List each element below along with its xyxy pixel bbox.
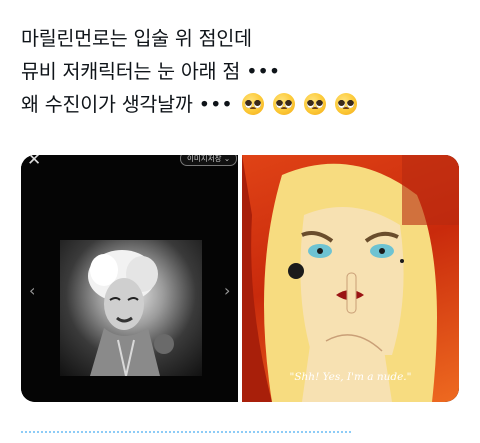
pleading-face-icon xyxy=(334,93,357,115)
post-line-2: 뮤비 저캐릭터는 눈 아래 점 ••• xyxy=(21,60,281,83)
post-line-3: 왜 수진이가 생각날까 ••• xyxy=(21,88,461,121)
post-text: 마릴린먼로는 입술 위 점인데 뮤비 저캐릭터는 눈 아래 점 ••• 왜 수진… xyxy=(21,22,461,121)
pleading-face-icon xyxy=(241,93,264,115)
post-line-3-text: 왜 수진이가 생각날까 ••• xyxy=(21,93,233,116)
close-icon[interactable]: ✕ xyxy=(27,155,41,170)
pleading-face-icon xyxy=(272,93,295,115)
cartoon-illustration xyxy=(242,155,459,402)
portrait-photo xyxy=(60,240,202,376)
next-arrow-icon[interactable]: › xyxy=(224,281,230,300)
image-caption: "Shh! Yes, I'm a nude." xyxy=(289,371,412,383)
portrait-illustration xyxy=(88,250,174,376)
prev-arrow-icon[interactable]: ‹ xyxy=(29,281,35,300)
media-image-left[interactable]: ✕ 이미지저장 ⌄ ‹ › xyxy=(21,155,238,402)
save-image-button[interactable]: 이미지저장 ⌄ xyxy=(180,155,238,166)
pleading-face-icon xyxy=(303,93,326,115)
truncated-footer xyxy=(21,431,351,443)
media-image-right[interactable]: "Shh! Yes, I'm a nude." xyxy=(242,155,459,402)
post-line-1: 마릴린먼로는 입술 위 점인데 xyxy=(21,27,252,50)
media-grid: ✕ 이미지저장 ⌄ ‹ › "Shh! Yes, I'm a nude." xyxy=(21,155,459,402)
